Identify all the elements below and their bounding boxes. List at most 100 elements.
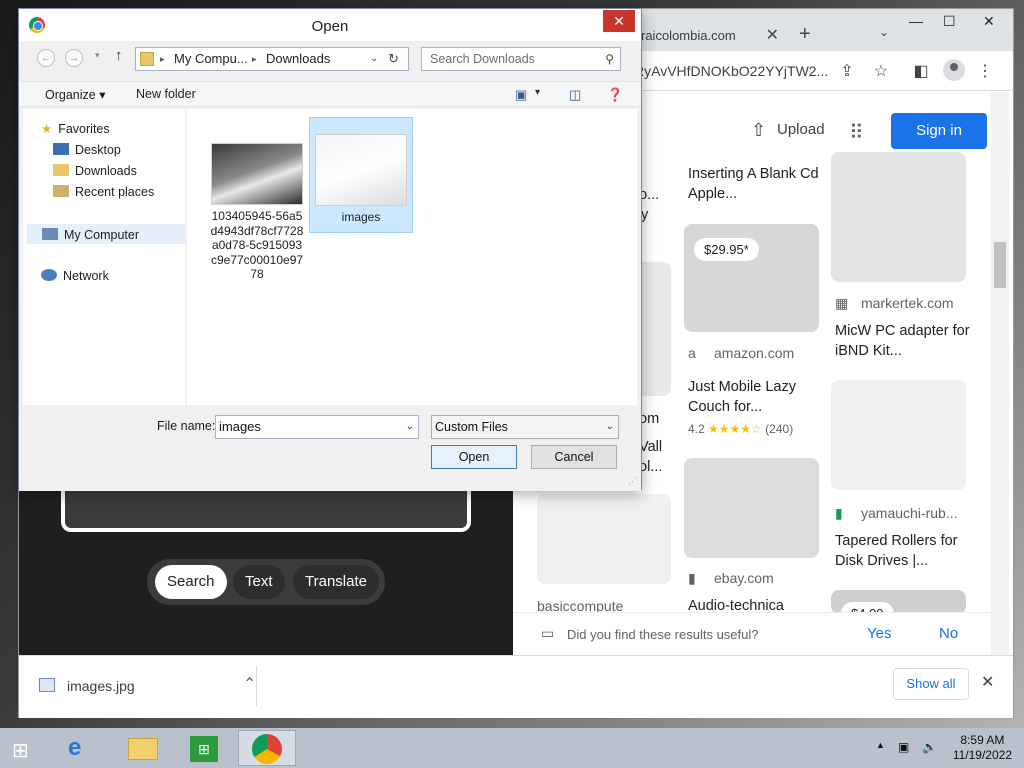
nav-label: Recent places xyxy=(75,185,155,199)
system-clock[interactable]: 8:59 AM 11/19/2022 xyxy=(953,733,1012,763)
nav-label: Downloads xyxy=(75,164,137,178)
change-view-icon[interactable]: ▣ xyxy=(515,87,527,103)
nav-label: Network xyxy=(63,269,109,283)
star-icon: ★ xyxy=(41,122,53,136)
lens-search-button[interactable]: Search xyxy=(155,565,227,599)
result-thumbnail[interactable] xyxy=(831,380,966,490)
network-tray-icon[interactable]: ▣ xyxy=(898,740,909,754)
back-icon[interactable]: ← xyxy=(37,49,55,67)
view-options-dropdown-icon[interactable]: ▾ xyxy=(535,87,540,98)
nav-favorites[interactable]: ★ Favorites xyxy=(41,119,199,139)
download-item[interactable]: images.jpg ⌃ xyxy=(37,666,257,706)
share-icon[interactable]: ⇪ xyxy=(837,61,857,81)
file-name-input[interactable]: images ⌄ xyxy=(215,415,419,439)
sign-in-button[interactable]: Sign in xyxy=(891,113,987,149)
cancel-button[interactable]: Cancel xyxy=(531,445,617,469)
address-bar[interactable]: RyAvVHfDNOKbO22YYjTW2... xyxy=(634,57,849,85)
tab-search-icon[interactable]: ⌄ xyxy=(879,25,889,39)
browser-tab[interactable]: raicolombia.com ✕ xyxy=(619,19,799,51)
taskbar-file-explorer[interactable] xyxy=(114,730,172,766)
tab-title: raicolombia.com xyxy=(641,27,736,43)
resize-grip-icon[interactable]: ⋰ xyxy=(628,476,637,487)
search-placeholder: Search Downloads xyxy=(430,52,535,66)
chevron-down-icon[interactable]: ⌄ xyxy=(406,416,414,438)
new-tab-icon[interactable]: + xyxy=(799,23,811,46)
result-thumbnail[interactable] xyxy=(831,152,966,282)
file-name: images xyxy=(341,210,381,224)
taskbar-internet-explorer[interactable]: e xyxy=(56,730,114,766)
close-window-button[interactable]: ✕ xyxy=(983,13,995,30)
bookmark-star-icon[interactable]: ☆ xyxy=(871,61,891,81)
help-icon[interactable]: ❓ xyxy=(607,87,623,103)
result-thumbnail[interactable]: $4.00 xyxy=(831,590,966,614)
partial-title: om xyxy=(639,411,660,427)
feedback-yes-button[interactable]: Yes xyxy=(867,625,891,642)
search-icon[interactable]: ⚲ xyxy=(605,48,614,70)
scrollbar-thumb[interactable] xyxy=(994,242,1006,288)
feedback-no-button[interactable]: No xyxy=(939,625,958,642)
up-folder-icon[interactable]: ↑ xyxy=(115,47,123,64)
chrome-icon xyxy=(252,734,282,764)
file-explorer-icon xyxy=(128,738,158,760)
file-item[interactable]: images xyxy=(309,117,413,233)
open-button[interactable]: Open xyxy=(431,445,517,469)
file-name-value: images xyxy=(219,419,261,434)
organize-menu[interactable]: Organize ▾ xyxy=(45,87,105,102)
partial-title: ol... xyxy=(639,459,663,475)
download-file-name: images.jpg xyxy=(67,678,135,694)
result-title[interactable]: MicW PC adapter for iBND Kit... xyxy=(835,321,975,361)
show-hidden-icons[interactable]: ▲ xyxy=(876,740,885,750)
result-thumbnail[interactable]: $29.95* xyxy=(684,224,819,332)
clock-date: 11/19/2022 xyxy=(952,748,1012,762)
internet-explorer-icon: e xyxy=(68,734,82,761)
lens-text-button[interactable]: Text xyxy=(233,565,285,599)
apps-grid-icon[interactable]: ⠿ xyxy=(849,120,864,145)
price-badge: $29.95* xyxy=(694,238,759,261)
breadcrumb-my-computer[interactable]: My Compu... xyxy=(174,48,248,70)
address-dropdown-icon[interactable]: ⌄ xyxy=(370,48,378,70)
volume-icon[interactable]: 🔈 xyxy=(922,740,937,754)
page-scrollbar[interactable] xyxy=(991,92,1009,655)
result-thumbnail[interactable] xyxy=(537,494,671,584)
tab-close-icon[interactable]: ✕ xyxy=(766,25,779,45)
result-thumbnail[interactable] xyxy=(639,262,671,396)
chevron-up-icon[interactable]: ⌃ xyxy=(243,674,256,694)
address-box[interactable]: ▸ My Compu... ▸ Downloads ⌄ ↻ xyxy=(135,47,409,71)
preview-pane-icon[interactable]: ◫ xyxy=(569,87,581,103)
nav-my-computer[interactable]: My Computer xyxy=(27,224,185,244)
forward-icon[interactable]: → xyxy=(65,49,83,67)
breadcrumb-downloads[interactable]: Downloads xyxy=(266,48,330,70)
amazon-icon: a xyxy=(688,345,696,361)
maximize-button[interactable]: ☐ xyxy=(943,13,956,30)
file-item[interactable]: 103405945-56a5d4943df78cf7728a0d78-5c915… xyxy=(205,135,309,282)
menu-kebab-icon[interactable]: ⋮ xyxy=(975,61,995,81)
taskbar-store[interactable]: ⊞ xyxy=(176,730,234,766)
file-type-select[interactable]: Custom Files ⌄ xyxy=(431,415,619,439)
profile-avatar[interactable] xyxy=(943,59,965,81)
result-title[interactable]: Tapered Rollers for Disk Drives |... xyxy=(835,531,975,571)
taskbar-chrome[interactable] xyxy=(238,730,296,766)
nav-label: Favorites xyxy=(58,122,110,136)
result-thumbnail[interactable] xyxy=(684,458,819,558)
result-title[interactable]: Inserting A Blank Cd Apple... xyxy=(688,164,828,204)
search-downloads-input[interactable]: Search Downloads ⚲ xyxy=(421,47,621,71)
feedback-question: Did you find these results useful? xyxy=(567,627,759,642)
folder-icon xyxy=(140,52,154,66)
start-button[interactable]: ⊞ xyxy=(0,730,58,766)
lens-translate-button[interactable]: Translate xyxy=(293,565,379,599)
file-thumbnail xyxy=(315,134,407,206)
nav-network[interactable]: Network xyxy=(41,266,199,286)
minimize-button[interactable]: — xyxy=(909,13,923,29)
upload-link[interactable]: Upload xyxy=(777,121,825,138)
result-source: ebay.com xyxy=(714,570,774,586)
side-panel-icon[interactable]: ◧ xyxy=(911,61,931,81)
recent-locations-icon[interactable]: ▾ xyxy=(95,50,100,61)
result-title[interactable]: Just Mobile Lazy Couch for... xyxy=(688,377,828,417)
refresh-icon[interactable]: ↻ xyxy=(388,48,399,70)
show-all-button[interactable]: Show all xyxy=(893,668,969,700)
upload-icon[interactable]: ⇧ xyxy=(751,120,766,141)
chevron-down-icon[interactable]: ⌄ xyxy=(606,416,614,438)
new-folder-button[interactable]: New folder xyxy=(136,87,196,101)
dialog-close-button[interactable]: ✕ xyxy=(603,10,635,32)
close-download-bar-icon[interactable]: ✕ xyxy=(981,672,994,692)
